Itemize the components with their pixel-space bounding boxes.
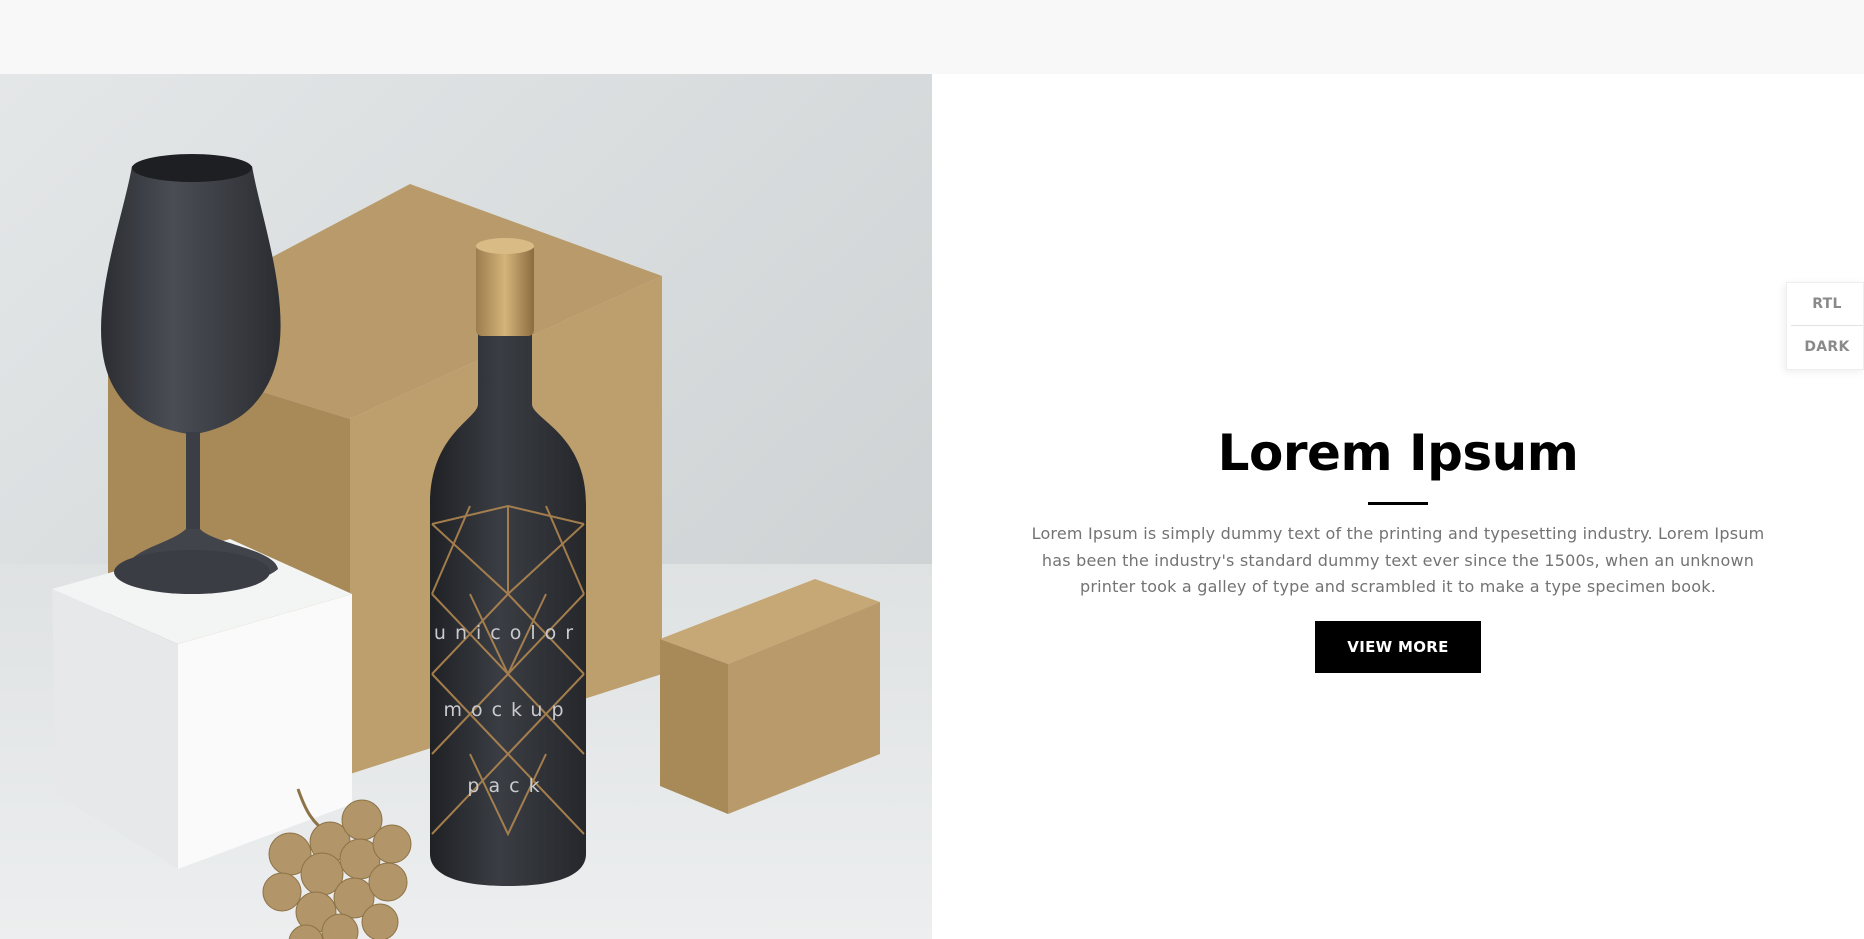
dark-mode-toggle-button[interactable]: DARK — [1791, 326, 1863, 369]
settings-side-panel: RTL DARK — [1786, 282, 1864, 370]
rtl-toggle-button[interactable]: RTL — [1791, 283, 1863, 326]
section-title: Lorem Ipsum — [1217, 424, 1579, 482]
section-description: Lorem Ipsum is simply dummy text of the … — [1031, 524, 1765, 596]
hero-product-image: unicolor mockup pack — [0, 74, 932, 939]
title-divider — [1368, 502, 1428, 505]
bottle-label-line-3: pack — [467, 775, 548, 797]
bottle-label-line-2: mockup — [443, 699, 572, 721]
view-more-button[interactable]: VIEW MORE — [1315, 621, 1481, 673]
bottle-label-line-1: unicolor — [434, 622, 582, 644]
top-header-bar — [0, 0, 1864, 74]
content-section: Lorem Ipsum Lorem Ipsum is simply dummy … — [932, 74, 1864, 939]
